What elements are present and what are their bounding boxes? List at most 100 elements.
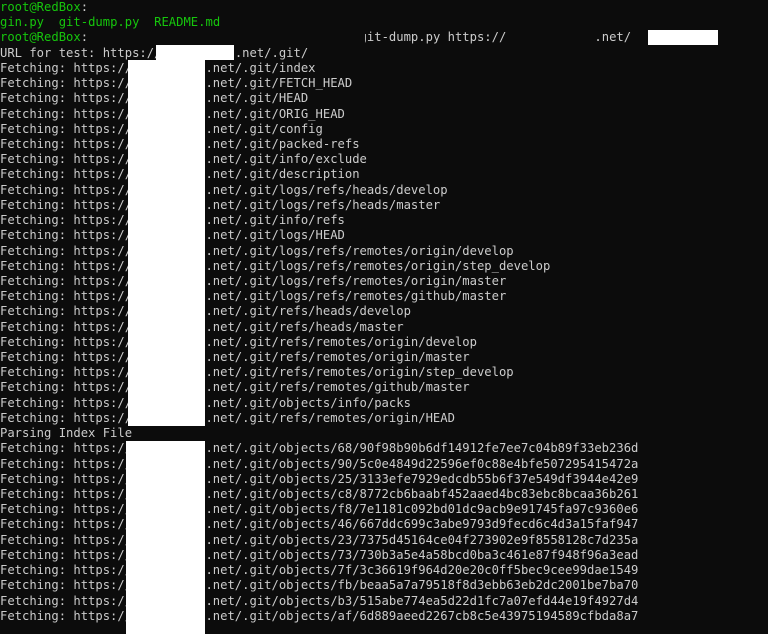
fetch-path: .net/.git/info/exclude [205, 152, 366, 166]
fetch-path: .net/.git/refs/heads/develop [205, 304, 410, 318]
fetch-line: Fetching: https:// .net/.git/objects/90/… [0, 457, 768, 472]
fetch-prefix: Fetching: https:// [0, 228, 132, 242]
fetch-prefix: Fetching: https:// [0, 609, 132, 623]
fetch-prefix: Fetching: https:// [0, 183, 132, 197]
fetch-line: Fetching: https:// .net/.git/packed-refs [0, 137, 768, 152]
prompt-separator: : [81, 0, 88, 14]
fetch-line: Fetching: https:// .net/.git/refs/remote… [0, 350, 768, 365]
terminal-screen: root@RedBox: GitDump# lsgin.py git-dump.… [0, 0, 768, 624]
terminal-window[interactable]: root@RedBox: GitDump# lsgin.py git-dump.… [0, 0, 768, 634]
fetch-path: .net/.git/objects/23/7375d45164ce04f2739… [205, 533, 638, 547]
fetch-line: Fetching: https:// .net/.git/info/exclud… [0, 152, 768, 167]
fetch-path: .net/.git/objects/90/5c0e4849d22596ef0c8… [205, 457, 638, 471]
fetch-line: Fetching: https:// .net/.git/objects/23/… [0, 533, 768, 548]
fetch-prefix: Fetching: https:// [0, 274, 132, 288]
fetch-prefix: Fetching: https:// [0, 167, 132, 181]
fetch-prefix: Fetching: https:// [0, 487, 132, 501]
fetch-prefix: Fetching: https:// [0, 380, 132, 394]
text-prefix: Parsing Index File [0, 426, 132, 440]
fetch-path: .net/.git/refs/heads/master [205, 320, 403, 334]
fetch-path: .net/.git/logs/refs/heads/master [205, 198, 440, 212]
ls-file-0: gin.py [0, 15, 44, 29]
fetch-line: Fetching: https:// .net/.git/logs/refs/r… [0, 289, 768, 304]
fetch-line: Fetching: https:// .net/.git/objects/7f/… [0, 563, 768, 578]
fetch-prefix: Fetching: https:// [0, 122, 132, 136]
fetch-prefix: Fetching: https:// [0, 244, 132, 258]
fetch-line: Fetching: https:// .net/.git/refs/heads/… [0, 304, 768, 319]
fetch-path: .net/.git/refs/remotes/origin/step_devel… [205, 365, 513, 379]
fetch-prefix: Fetching: https:// [0, 533, 132, 547]
fetch-prefix: Fetching: https:// [0, 137, 132, 151]
fetch-path: .net/.git/logs/refs/remotes/github/maste… [205, 289, 506, 303]
fetch-prefix: Fetching: https:// [0, 396, 132, 410]
ls-output-line: gin.py git-dump.py README.md [0, 15, 768, 30]
fetch-line: Fetching: https:// .net/.git/index [0, 61, 768, 76]
fetch-line: Fetching: https:// .net/.git/objects/68/… [0, 441, 768, 456]
fetch-path: .net/.git/objects/b3/515abe774ea5d22d1fc… [205, 594, 638, 608]
fetch-path: .net/.git/objects/25/3133efe7929edcdb55b… [205, 472, 638, 486]
fetch-path: .net/.git/refs/remotes/github/master [205, 380, 469, 394]
fetch-prefix: Fetching: https:// [0, 259, 132, 273]
fetch-line: Fetching: https:// .net/.git/config [0, 122, 768, 137]
fetch-prefix: Fetching: https:// [0, 502, 132, 516]
fetch-line: Fetching: https:// .net/.git/objects/af/… [0, 609, 768, 624]
fetch-line: Fetching: https:// .net/.git/objects/73/… [0, 548, 768, 563]
fetch-line: Fetching: https:// .net/.git/objects/46/… [0, 517, 768, 532]
terminal-text-line: Parsing Index File [0, 426, 768, 441]
fetch-prefix: Fetching: https:// [0, 198, 132, 212]
fetch-path: .net/.git/config [205, 122, 322, 136]
fetch-line: Fetching: https:// .net/.git/ORIG_HEAD [0, 107, 768, 122]
text-suffix: .net/.git/ [235, 46, 308, 60]
fetch-path: .net/.git/ORIG_HEAD [205, 107, 344, 121]
host-redaction-url [156, 45, 234, 60]
fetch-prefix: Fetching: https:// [0, 472, 132, 486]
fetch-path: .net/.git/objects/73/730b3a5e4a58bcd0ba3… [205, 548, 638, 562]
fetch-path: .net/.git/logs/refs/remotes/origin/step_… [205, 259, 550, 273]
fetch-prefix: Fetching: https:// [0, 304, 132, 318]
fetch-path: .net/.git/description [205, 167, 359, 181]
fetch-line: Fetching: https:// .net/.git/logs/refs/h… [0, 198, 768, 213]
fetch-path: .net/.git/objects/f8/7e1181c092bd01dc9ac… [205, 502, 638, 516]
fetch-line: Fetching: https:// .net/.git/info/refs [0, 213, 768, 228]
fetch-line: Fetching: https:// .net/.git/objects/25/… [0, 472, 768, 487]
fetch-line: Fetching: https:// .net/.git/FETCH_HEAD [0, 76, 768, 91]
fetch-line: Fetching: https:// .net/.git/refs/remote… [0, 365, 768, 380]
fetch-prefix: Fetching: https:// [0, 517, 132, 531]
fetch-line: Fetching: https:// .net/.git/refs/remote… [0, 411, 768, 426]
prompt-path-redaction-1 [119, 0, 365, 15]
prompt-path-redaction-2 [119, 30, 365, 45]
fetch-line: Fetching: https:// .net/.git/description [0, 167, 768, 182]
fetch-line: Fetching: https:// .net/.git/logs/HEAD [0, 228, 768, 243]
fetch-path: .net/.git/logs/HEAD [205, 228, 344, 242]
fetch-path: .net/.git/FETCH_HEAD [205, 76, 352, 90]
fetch-path: .net/.git/logs/refs/heads/develop [205, 183, 447, 197]
fetch-path: .net/.git/refs/remotes/origin/develop [205, 335, 477, 349]
fetch-path: .net/.git/logs/refs/remotes/origin/maste… [205, 274, 506, 288]
fetch-line: Fetching: https:// .net/.git/logs/refs/r… [0, 259, 768, 274]
fetch-line: Fetching: https:// .net/.git/refs/heads/… [0, 320, 768, 335]
prompt-separator: : [81, 30, 88, 44]
fetch-line: Fetching: https:// .net/.git/refs/remote… [0, 380, 768, 395]
fetch-path: .net/.git/index [205, 61, 315, 75]
host-redaction-block-1 [128, 60, 205, 426]
text-prefix: URL for test: https:// [0, 46, 161, 60]
terminal-text-line: URL for test: https:// .net/.git/ [0, 46, 768, 61]
fetch-prefix: Fetching: https:// [0, 578, 132, 592]
fetch-path: .net/.git/logs/refs/remotes/origin/devel… [205, 244, 513, 258]
fetch-prefix: Fetching: https:// [0, 411, 132, 425]
prompt-command-host-spacer [506, 30, 594, 44]
fetch-path: .net/.git/info/refs [205, 213, 344, 227]
fetch-prefix: Fetching: https:// [0, 335, 132, 349]
fetch-line: Fetching: https:// .net/.git/objects/c8/… [0, 487, 768, 502]
fetch-prefix: Fetching: https:// [0, 61, 132, 75]
fetch-prefix: Fetching: https:// [0, 350, 132, 364]
fetch-prefix: Fetching: https:// [0, 91, 132, 105]
fetch-prefix: Fetching: https:// [0, 289, 132, 303]
fetch-line: Fetching: https:// .net/.git/objects/fb/… [0, 578, 768, 593]
fetch-path: .net/.git/objects/68/90f98b90b6df14912fe… [205, 441, 638, 455]
prompt-user-host: root@RedBox [0, 0, 81, 14]
fetch-line: Fetching: https:// .net/.git/objects/inf… [0, 396, 768, 411]
fetch-line: Fetching: https:// .net/.git/HEAD [0, 91, 768, 106]
ls-file-gap [44, 15, 59, 29]
fetch-path: .net/.git/objects/af/6d889aeed2267cb8c5e… [205, 609, 638, 623]
